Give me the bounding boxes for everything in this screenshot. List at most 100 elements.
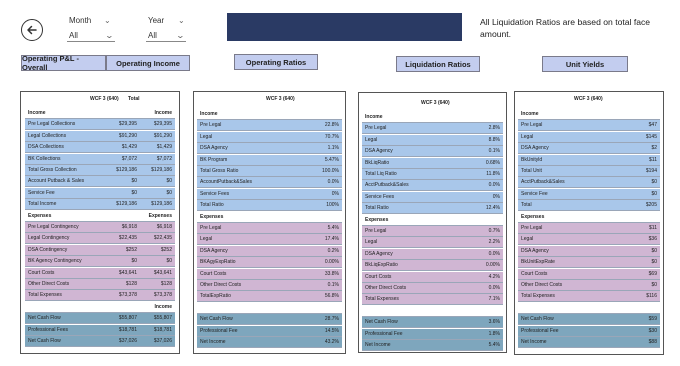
row-value: $129,186 <box>151 201 172 208</box>
section-header: Expenses <box>200 213 224 220</box>
row-value: $22,435 <box>118 235 137 242</box>
row-value: $47 <box>648 122 657 129</box>
row-value: 2.8% <box>488 125 500 132</box>
net-header: Income <box>25 301 175 313</box>
row-label: Net Cash Flow <box>365 319 398 326</box>
year-select[interactable]: All ⌄ <box>146 30 186 42</box>
nav-liquidation-ratios-button[interactable]: Liquidation Ratios <box>396 56 480 72</box>
row-value: 56.8% <box>324 293 339 300</box>
row-value: $0 <box>651 282 657 288</box>
row-value: $0 <box>651 259 657 266</box>
income-row: Legal 70.7% <box>197 131 342 143</box>
row-value: $0 <box>131 258 137 265</box>
income-row: Pre Legal 2.8% <box>362 123 503 135</box>
income-row: Total Liq Ratio 11.8% <box>362 169 503 180</box>
row-label: Other Direct Costs <box>200 282 242 288</box>
income-row: BK Collections $7,072 $7,072 <box>25 153 175 165</box>
row-value: 5.4% <box>327 225 339 231</box>
expense-row: BkUnitExpRate $0 <box>518 257 660 269</box>
row-value: 70.7% <box>324 133 339 140</box>
row-label: Total Expenses <box>28 292 62 299</box>
expenses-header: Expenses <box>197 211 342 223</box>
row-label: Legal <box>200 236 213 243</box>
income-row: Service Fee $0 $0 <box>25 187 175 199</box>
operating-pl-panel: WCF 3 (640) Total Income Income Pre Legal Co… <box>20 91 180 354</box>
expense-row: Total Expenses $73,378 $73,378 <box>25 290 175 302</box>
income-row: Legal Collections $91,290 $91,290 <box>25 130 175 142</box>
row-value: 7.1% <box>488 296 500 303</box>
row-value: $18,781 <box>118 326 137 333</box>
row-value: $194 <box>645 168 657 174</box>
row-label: Pre Legal <box>365 228 387 234</box>
income-row: AccountPutback&Sales 0.0% <box>197 177 342 189</box>
net-row: Net Cash Flow 3.6% <box>362 317 503 329</box>
row-value: 100.0% <box>322 168 339 174</box>
net-header <box>362 305 503 317</box>
operating-ratios-panel: WCF 3 (640) Income Pre Legal 22.8% Legal 70.7… <box>193 91 346 354</box>
row-label: Total Liq Ratio <box>365 171 397 177</box>
row-value: 0% <box>331 190 339 197</box>
row-value: $7,072 <box>156 155 172 162</box>
row-label: Service Fees <box>200 190 230 197</box>
expense-row: Pre Legal 0.7% <box>362 226 503 237</box>
net-row: Net Income 5.4% <box>362 340 503 351</box>
panel-title-total: Total <box>128 96 140 102</box>
expense-row: DSA Agency 0.2% <box>197 245 342 257</box>
year-title-chevron-icon: ⌄ <box>178 16 185 25</box>
net-row: Net Income $88 <box>518 337 660 348</box>
liquidation-note: All Liquidation Ratios are based on tota… <box>480 17 651 39</box>
row-value: 0.0% <box>327 179 339 186</box>
row-label: Net Cash Flow <box>28 338 61 344</box>
row-label: Pre Legal Contingency <box>28 224 79 230</box>
row-label: BK Program <box>200 156 228 163</box>
row-label: AcctPutback&Sales <box>365 182 409 189</box>
arrow-left-icon <box>27 25 37 35</box>
row-value: $205 <box>645 202 657 209</box>
row-label: Other Direct Costs <box>365 285 407 291</box>
expense-row: Other Direct Costs $0 <box>518 280 660 291</box>
row-label: Professional Fee <box>521 327 559 334</box>
row-label: Professional Fees <box>28 326 69 333</box>
row-value: $145 <box>645 133 657 140</box>
income-row: AcctPutback&Sales $0 <box>518 177 660 189</box>
nav-operating-income-button[interactable]: Operating Income <box>106 55 190 71</box>
row-value: 28.7% <box>324 316 339 323</box>
nav-unit-yields-button[interactable]: Unit Yields <box>542 56 628 72</box>
net-header <box>197 302 342 314</box>
income-header: Income Income <box>25 108 175 119</box>
nav-operating-pl-overall-button[interactable]: Operating P&L - Overall <box>21 54 106 72</box>
income-header: Income <box>197 109 342 120</box>
row-value: $91,290 <box>153 132 172 139</box>
row-value: $252 <box>160 246 172 253</box>
nav-operating-ratios-button[interactable]: Operating Ratios <box>234 54 318 70</box>
row-value: $43,641 <box>153 269 172 276</box>
back-button[interactable] <box>21 19 43 41</box>
row-value: $0 <box>166 189 172 196</box>
row-label: Legal <box>365 239 378 246</box>
row-value: $37,026 <box>118 338 137 344</box>
month-select[interactable]: All ⌄ <box>67 30 115 42</box>
row-label: DSA Agency <box>521 247 549 254</box>
row-label: Net Income <box>521 339 547 345</box>
row-label: Pre Legal <box>365 125 387 132</box>
row-label: Account Putback & Sales <box>28 178 85 185</box>
expense-row: Court Costs 4.2% <box>362 271 503 283</box>
panel-title: WCF 3 (640) <box>574 96 603 102</box>
expense-row: DSA Agency 0.0% <box>362 248 503 260</box>
row-label: AccountPutback&Sales <box>200 179 252 186</box>
row-value: $91,290 <box>118 132 137 139</box>
row-value: $29,395 <box>153 121 172 128</box>
section-header: Expenses <box>521 213 545 220</box>
net-row: Professional Fee 1.8% <box>362 328 503 340</box>
section-header-col: Income <box>154 303 172 310</box>
row-value: 0.68% <box>485 159 500 166</box>
expense-row: Court Costs $69 <box>518 268 660 280</box>
row-label: BkUnitExpRate <box>521 259 555 266</box>
row-label: DSA Contingency <box>28 246 68 253</box>
row-value: $129,186 <box>116 201 137 208</box>
row-value: 100% <box>326 202 339 209</box>
chevron-down-icon: ⌄ <box>175 30 186 40</box>
expense-row: BK Agency Contingency $0 $0 <box>25 256 175 268</box>
row-value: 0.00% <box>324 259 339 266</box>
section-header-col: Expenses <box>148 212 172 219</box>
